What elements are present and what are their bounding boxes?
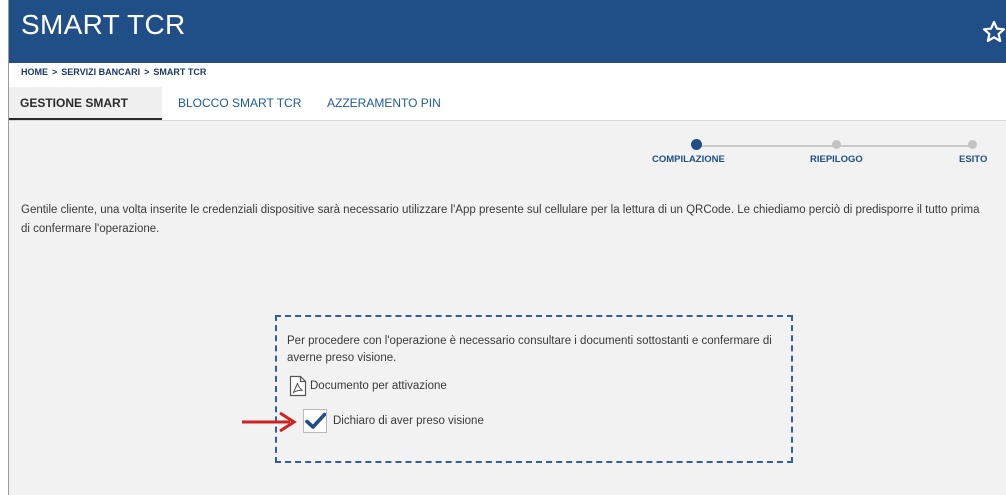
acknowledge-checkbox-row[interactable]: Dichiaro di aver preso visione xyxy=(303,407,484,435)
step-dot-compilazione xyxy=(691,139,702,150)
stepper-line xyxy=(697,145,837,147)
step-dot-riepilogo xyxy=(832,140,841,149)
step-label-compilazione: COMPILAZIONE xyxy=(652,154,725,165)
intro-message: Gentile cliente, una volta inserite le c… xyxy=(21,201,1006,239)
star-outline-icon[interactable] xyxy=(982,20,1006,44)
app-window: SMART TCR HOME > SERVIZI BANCARI > SMART TCR… xyxy=(8,0,1006,495)
breadcrumb-separator: > xyxy=(52,67,58,77)
acknowledge-checkbox[interactable] xyxy=(303,409,327,433)
pdf-icon xyxy=(289,375,307,397)
document-link-label[interactable]: Documento per attivazione xyxy=(310,380,447,392)
tab-gestione-smart-tcr[interactable]: GESTIONE SMART TCR xyxy=(9,87,162,143)
step-dot-esito xyxy=(968,140,977,149)
tab-azzeramento-pin[interactable]: AZZERAMENTO PIN xyxy=(316,87,452,120)
breadcrumb: HOME > SERVIZI BANCARI > SMART TCR xyxy=(21,67,206,77)
intro-line-2: di confermare l'operazione. xyxy=(21,223,160,235)
breadcrumb-separator: > xyxy=(144,67,150,77)
app-header: SMART TCR xyxy=(9,0,1006,63)
checkmark-icon xyxy=(305,412,326,429)
step-label-riepilogo: RIEPILOGO xyxy=(810,154,863,165)
intro-line-1: Gentile cliente, una volta inserite le c… xyxy=(21,204,980,216)
red-arrow-right-icon xyxy=(242,411,297,433)
stepper-line xyxy=(837,145,973,147)
progress-stepper: COMPILAZIONE RIEPILOGO ESITO xyxy=(9,121,1006,171)
confirmation-instructions: Per procedere con l'operazione è necessa… xyxy=(287,335,772,364)
breadcrumb-home[interactable]: HOME xyxy=(21,67,48,77)
main-content: COMPILAZIONE RIEPILOGO ESITO Gentile cli… xyxy=(9,121,1006,495)
tab-blocco-smart-tcr[interactable]: BLOCCO SMART TCR xyxy=(167,87,312,120)
acknowledge-checkbox-label[interactable]: Dichiaro di aver preso visione xyxy=(333,415,484,427)
document-link[interactable]: Documento per attivazione xyxy=(289,375,447,397)
app-title: SMART TCR xyxy=(21,9,186,40)
breadcrumb-smart-tcr: SMART TCR xyxy=(153,67,207,77)
step-label-esito: ESITO xyxy=(959,154,988,165)
tab-bar: GESTIONE SMART TCR BLOCCO SMART TCR AZZE… xyxy=(9,87,1006,143)
document-confirmation-box: Per procedere con l'operazione è necessa… xyxy=(275,315,793,463)
breadcrumb-servizi-bancari[interactable]: SERVIZI BANCARI xyxy=(61,67,140,77)
